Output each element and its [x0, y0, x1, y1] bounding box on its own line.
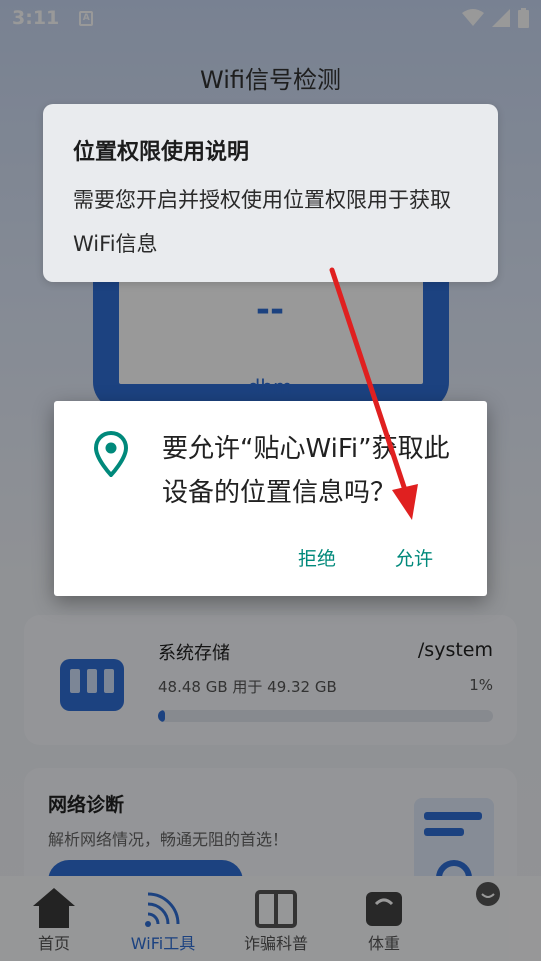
explanation-title: 位置权限使用说明: [73, 140, 250, 165]
explanation-body: 需要您开启并授权使用位置权限用于获取WiFi信息: [73, 188, 451, 256]
deny-button[interactable]: 拒绝: [292, 540, 342, 575]
location-permission-dialog: 要允许“贴心WiFi”获取此设备的位置信息吗？ 拒绝 允许: [54, 401, 487, 596]
permission-message: 要允许“贴心WiFi”获取此设备的位置信息吗？: [162, 434, 450, 508]
allow-button[interactable]: 允许: [389, 540, 439, 575]
location-explanation-popup: 位置权限使用说明 需要您开启并授权使用位置权限用于获取WiFi信息: [43, 104, 498, 282]
location-pin-icon: [94, 431, 128, 477]
